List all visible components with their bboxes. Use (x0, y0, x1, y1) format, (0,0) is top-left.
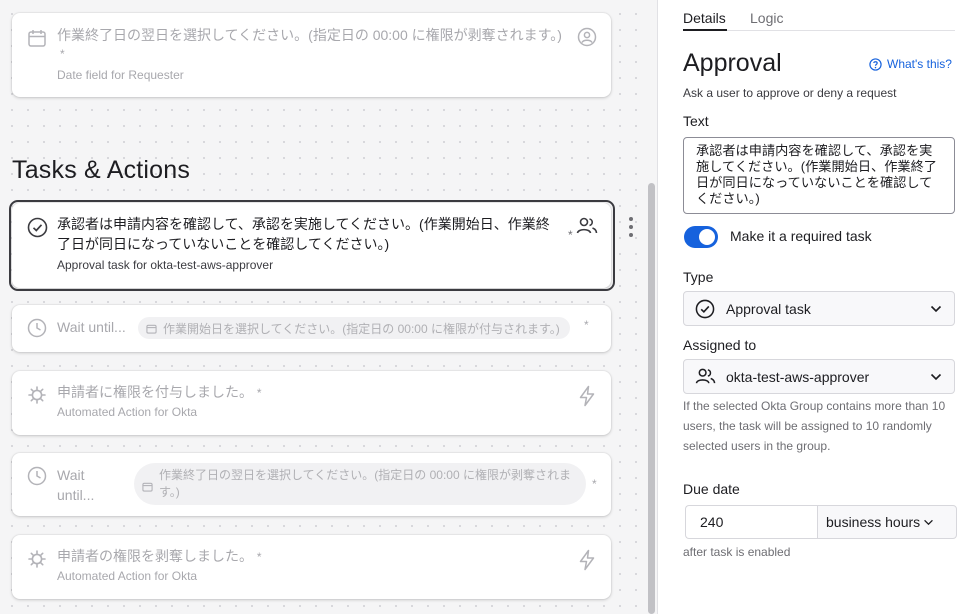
action-subtitle: Automated Action for Okta (57, 569, 198, 583)
panel-description: Ask a user to approve or deny a request (683, 86, 897, 100)
text-label: Text (683, 113, 709, 129)
assigned-label: Assigned to (683, 337, 757, 353)
help-circle-icon (869, 57, 882, 71)
panel-title: Approval (683, 49, 782, 77)
user-circle-icon (577, 27, 597, 52)
kebab-menu-icon[interactable] (626, 217, 636, 237)
calendar-icon (146, 324, 157, 334)
task-text-input[interactable]: 承認者は申請内容を確認して、承認を実施してください。(作業開始日、作業終了日が同… (683, 137, 955, 214)
whats-this-label: What's this? (887, 57, 952, 71)
details-panel: Details Logic Approval What's this? Ask … (659, 0, 973, 614)
assigned-value: okta-test-aws-approver (726, 368, 870, 385)
wait-date-pill-text: 作業終了日の翌日を選択してください。(指定日の 00:00 に権限が剥奪されま … (159, 468, 571, 499)
chevron-down-icon (930, 373, 942, 380)
required-mark: * (584, 318, 589, 332)
wait-date-pill[interactable]: 作業開始日を選択してください。(指定日の 00:00 に権限が付与されます。) (138, 317, 570, 339)
due-date-hint: after task is enabled (683, 545, 791, 559)
group-icon (694, 366, 716, 388)
date-field-subtitle: Date field for Requester (57, 68, 184, 82)
gear-icon (26, 384, 48, 406)
type-label: Type (683, 269, 714, 285)
section-title: Tasks & Actions (12, 156, 191, 184)
group-icon (576, 216, 598, 241)
wait-date-pill[interactable]: 作業終了日の翌日を選択してください。(指定日の 00:00 に権限が剥奪されま … (134, 463, 586, 505)
wait-until-label: Wait until... (57, 319, 126, 335)
date-field-title: 作業終了日の翌日を選択してください。(指定日の 00:00 に権限が剥奪されます… (57, 27, 562, 43)
due-date-unit-value: business hours (826, 514, 921, 530)
active-tab-indicator (683, 29, 727, 31)
assigned-select[interactable]: okta-test-aws-approver (683, 359, 955, 394)
clock-icon (26, 317, 48, 339)
date-field-card[interactable]: 作業終了日の翌日を選択してください。(指定日の 00:00 に権限が剥奪されます… (12, 13, 611, 97)
chevron-down-icon (930, 305, 942, 312)
approval-task-title: 承認者は申請内容を確認して、承認を実施してください。(作業開始日、作業終了日が同… (57, 216, 550, 252)
wait-until-card[interactable]: Wait until... 作業終了日の翌日を選択してください。(指定日の 00… (12, 453, 611, 516)
chevron-down-icon (924, 519, 934, 525)
tab-logic[interactable]: Logic (750, 10, 783, 26)
due-date-input[interactable]: 240 (685, 505, 817, 539)
required-task-label: Make it a required task (730, 228, 872, 244)
required-mark: * (592, 477, 597, 491)
automated-action-card[interactable]: 申請者の権限を剥奪しました。 * Automated Action for Ok… (12, 535, 611, 599)
automated-action-card[interactable]: 申請者に権限を付与しました。 * Automated Action for Ok… (12, 371, 611, 435)
wait-until-label: Wait until... (57, 467, 95, 503)
required-mark: * (60, 47, 65, 61)
calendar-icon (26, 27, 48, 49)
action-subtitle: Automated Action for Okta (57, 405, 198, 419)
type-select[interactable]: Approval task (683, 291, 955, 326)
clock-icon (26, 465, 48, 487)
calendar-icon (142, 482, 153, 492)
gear-icon (26, 548, 48, 570)
assigned-hint: If the selected Okta Group contains more… (683, 399, 946, 453)
approval-task-subtitle: Approval task for okta-test-aws-approver (57, 258, 274, 272)
panel-tabs: Details Logic (683, 0, 955, 31)
whats-this-link[interactable]: What's this? (869, 57, 952, 71)
required-task-toggle[interactable] (684, 226, 718, 248)
action-title: 申請者に権限を付与しました。 * (57, 384, 262, 400)
required-mark: * (568, 228, 573, 242)
due-date-label: Due date (683, 481, 740, 497)
approval-task-card[interactable]: 承認者は申請内容を確認して、承認を実施してください。(作業開始日、作業終了日が同… (12, 203, 611, 288)
type-value: Approval task (726, 300, 811, 317)
wait-until-card[interactable]: Wait until... 作業開始日を選択してください。(指定日の 00:00… (12, 305, 611, 352)
wait-date-pill-text: 作業開始日を選択してください。(指定日の 00:00 に権限が付与されます。) (163, 321, 560, 336)
lightning-icon (578, 385, 596, 412)
action-title: 申請者の権限を剥奪しました。 * (57, 548, 262, 564)
lightning-icon (578, 549, 596, 576)
check-circle-icon (26, 216, 48, 238)
due-date-unit-select[interactable]: business hours (817, 505, 957, 539)
workflow-canvas[interactable]: 作業終了日の翌日を選択してください。(指定日の 00:00 に権限が剥奪されます… (0, 0, 645, 614)
canvas-scrollbar-thumb[interactable] (648, 183, 655, 614)
check-circle-icon (694, 298, 716, 320)
tab-details[interactable]: Details (683, 10, 726, 26)
